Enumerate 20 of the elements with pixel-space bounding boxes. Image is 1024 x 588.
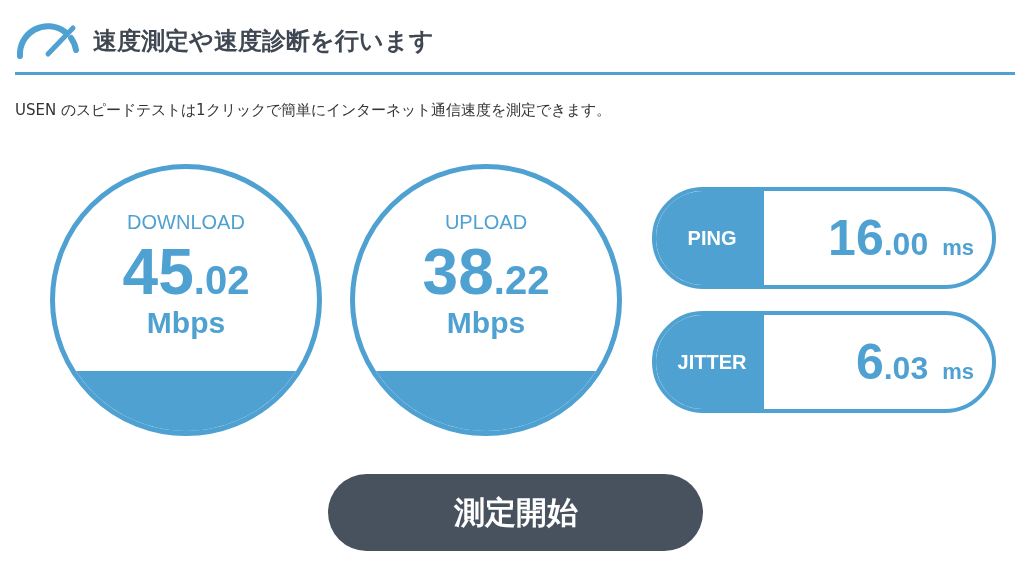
metric-decimal: .00 xyxy=(883,226,929,263)
gauge-label: DOWNLOAD xyxy=(127,211,245,234)
metric-unit: ms xyxy=(942,359,974,385)
metric-value: 6 xyxy=(855,333,884,391)
speed-value: 45 xyxy=(122,240,194,304)
speedometer-icon xyxy=(15,22,81,60)
speed-decimal: .22 xyxy=(493,260,550,300)
speed-value: 38 xyxy=(422,240,494,304)
start-button[interactable]: 測定開始 xyxy=(328,474,703,551)
gauge-label: UPLOAD xyxy=(444,211,528,234)
speed-unit: Mbps xyxy=(446,306,526,340)
metric-value: 16 xyxy=(828,209,884,267)
page-title: 速度測定や速度診断を行います xyxy=(93,26,434,57)
description-text: USEN のスピードテストは1クリックで簡単にインターネット通信速度を測定できます。 xyxy=(15,101,612,120)
metric-decimal: .03 xyxy=(883,350,929,387)
speed-unit: Mbps xyxy=(146,306,226,340)
metric-label: PING xyxy=(656,191,764,285)
metric-label: JITTER xyxy=(656,315,764,409)
metric-unit: ms xyxy=(942,235,974,261)
speed-decimal: .02 xyxy=(193,260,250,300)
